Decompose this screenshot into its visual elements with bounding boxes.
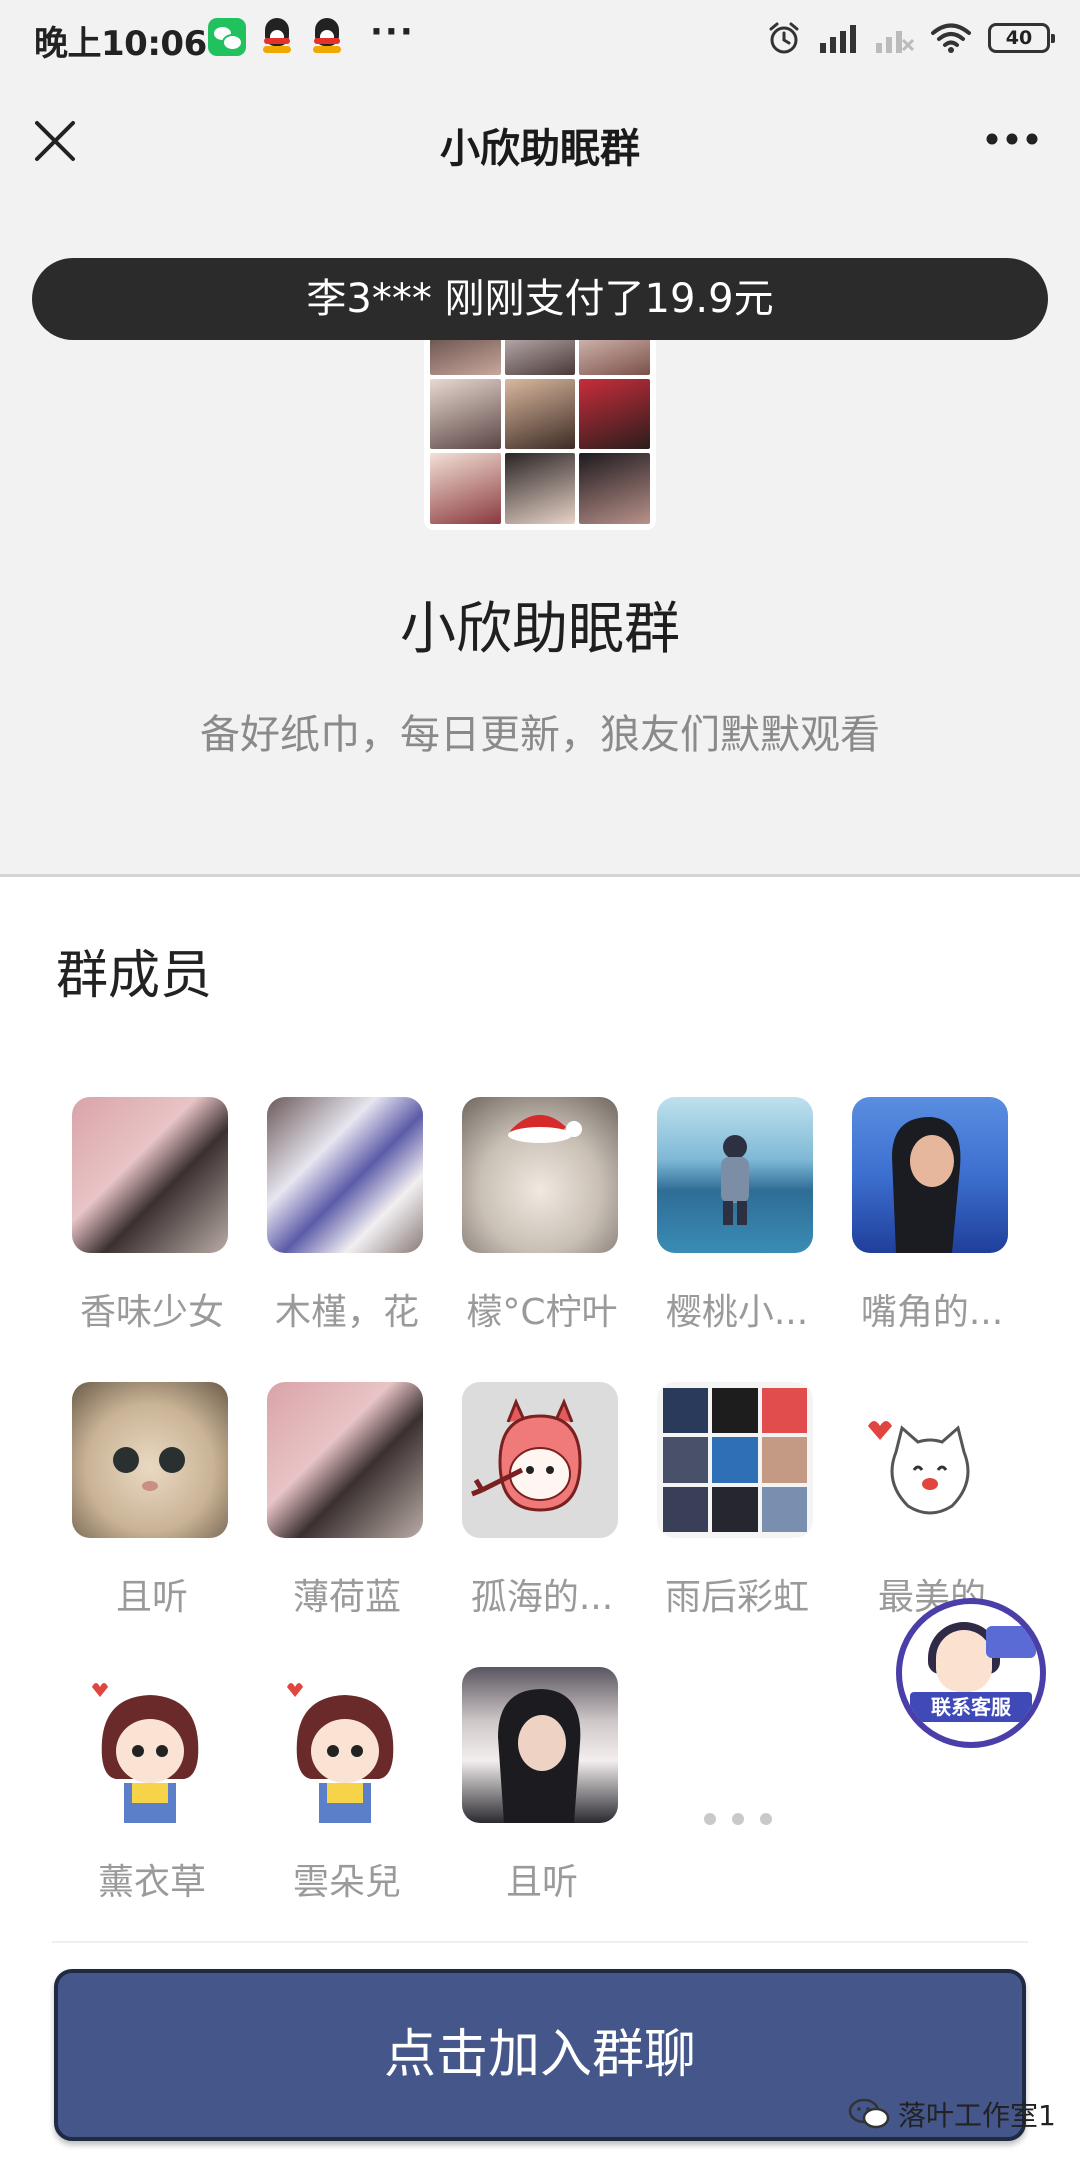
group-description: 备好纸巾，每日更新，狼友们默默观看 <box>200 712 880 758</box>
wechat-icon <box>208 18 246 56</box>
group-avatar-tile <box>430 378 501 450</box>
group-avatar-tile <box>579 378 650 450</box>
group-avatar-tile <box>504 453 576 524</box>
boy-figure-icon <box>721 1135 749 1225</box>
member-avatar <box>267 1667 423 1823</box>
member-item[interactable]: 嘴角的... <box>836 1097 1012 1357</box>
member-avatar <box>852 1382 1008 1538</box>
watermark: 落叶工作室1 <box>848 2094 1056 2134</box>
watermark-text: 落叶工作室1 <box>898 2099 1056 2132</box>
cartoon-girl-icon <box>287 1683 394 1823</box>
member-item[interactable]: 薄荷蓝 <box>251 1382 427 1642</box>
wifi-icon <box>931 23 971 53</box>
member-avatar <box>72 1097 228 1253</box>
member-name: 樱桃小... <box>665 1292 809 1333</box>
member-name: 雲朵兒 <box>292 1862 401 1903</box>
member-item[interactable]: 且听 <box>446 1667 622 1927</box>
member-item[interactable]: 雨后彩虹 <box>641 1382 817 1642</box>
signal-off-icon <box>876 31 914 53</box>
signal-icon <box>820 25 856 53</box>
member-name: 雨后彩虹 <box>664 1577 809 1618</box>
status-bar: 晚上10:06 ··· 40 <box>0 0 1080 78</box>
alarm-icon <box>769 22 799 54</box>
payment-toast: 李3*** 刚刚支付了19.9元 <box>32 258 1048 340</box>
member-name: 孤海的... <box>470 1577 614 1618</box>
member-avatar <box>72 1667 228 1823</box>
member-name: 薄荷蓝 <box>292 1577 401 1618</box>
battery-icon: 40 <box>988 23 1055 53</box>
group-avatar-tile <box>579 453 650 524</box>
customer-service-label: 联系客服 <box>910 1692 1032 1722</box>
member-item[interactable]: 薰衣草 <box>56 1667 232 1927</box>
group-name: 小欣助眠群 <box>400 597 680 662</box>
member-name: 且听 <box>505 1862 578 1903</box>
more-options-icon[interactable] <box>986 126 1038 152</box>
member-avatar <box>267 1382 423 1538</box>
status-more-indicator: ··· <box>370 12 415 52</box>
group-avatar-tile <box>430 453 501 524</box>
member-avatar <box>657 1097 813 1253</box>
top-navbar: 小欣助眠群 <box>0 78 1080 206</box>
member-item[interactable]: 孤海的... <box>446 1382 622 1642</box>
member-name: 嘴角的... <box>860 1292 1004 1333</box>
group-avatar-tile <box>504 378 576 450</box>
chat-bubble-icon <box>986 1626 1036 1658</box>
divider <box>52 1941 1028 1943</box>
member-name: 香味少女 <box>79 1292 224 1333</box>
cartoon-devil-icon <box>471 1398 582 1512</box>
member-item[interactable]: 樱桃小... <box>641 1097 817 1357</box>
member-item[interactable]: 香味少女 <box>56 1097 232 1357</box>
member-item[interactable]: 雲朵兒 <box>251 1667 427 1927</box>
member-avatar <box>462 1667 618 1823</box>
member-avatar <box>462 1097 618 1253</box>
cat-face-icon <box>113 1447 185 1491</box>
members-heading: 群成员 <box>56 946 213 1006</box>
santa-hat-icon <box>508 1114 582 1143</box>
member-avatar <box>72 1382 228 1538</box>
member-item[interactable]: 且听 <box>56 1382 232 1642</box>
qq-icon <box>262 18 292 54</box>
cartoon-girl-icon <box>92 1683 199 1823</box>
member-avatar <box>852 1097 1008 1253</box>
status-indicators: 40 <box>766 18 1055 58</box>
member-avatar <box>462 1382 618 1538</box>
member-name: 且听 <box>115 1577 188 1618</box>
more-members-button[interactable] <box>660 1741 816 1897</box>
wechat-icon <box>848 2098 890 2129</box>
status-time: 晚上10:06 <box>34 24 207 64</box>
member-name: 薰衣草 <box>97 1862 206 1903</box>
member-item[interactable]: 木槿，花 <box>251 1097 427 1357</box>
member-avatar <box>267 1097 423 1253</box>
cartoon-cat-icon <box>868 1421 970 1515</box>
member-avatar <box>657 1382 813 1538</box>
member-name: 檬°C柠叶 <box>466 1292 618 1333</box>
page-title: 小欣助眠群 <box>440 126 640 172</box>
girl-figure-icon <box>892 1117 961 1253</box>
members-panel: 群成员 香味少女 木槿，花 檬°C柠叶 樱桃小... 嘴角的... 且听 薄荷蓝… <box>0 877 1080 2160</box>
customer-service-button[interactable]: 联系客服 <box>896 1598 1046 1748</box>
girl-figure-icon <box>498 1689 581 1823</box>
qq-icon <box>312 18 342 54</box>
member-item[interactable]: 檬°C柠叶 <box>446 1097 622 1357</box>
member-name: 木槿，花 <box>274 1292 419 1333</box>
